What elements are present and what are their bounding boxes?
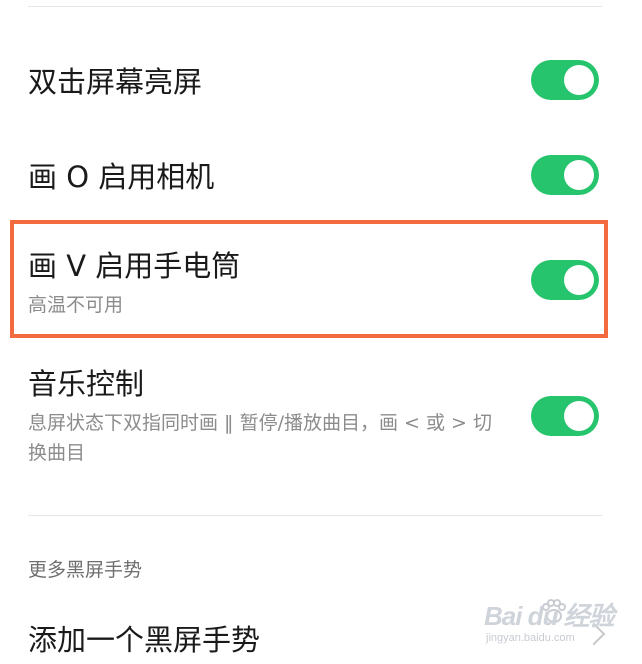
setting-title: 画 O 启用相机 [28,160,215,194]
music-control-toggle[interactable] [531,396,599,436]
setting-subtitle: 高温不可用 [28,294,124,316]
toggle-knob [564,65,594,95]
setting-row-double-tap-wake[interactable]: 双击屏幕亮屏 [0,50,642,114]
toggle-knob [564,160,594,190]
top-divider [28,6,602,7]
toggle-knob [564,401,594,431]
section-header-more-gestures: 更多黑屏手势 [28,559,143,581]
setting-row-music-control[interactable]: 音乐控制 息屏状态下双指同时画 ‖ 暂停/播放曲目，画 < 或 > 切换曲目 [0,350,642,490]
add-gesture-label: 添加一个黑屏手势 [28,623,261,657]
double-tap-wake-toggle[interactable] [531,60,599,100]
draw-v-flashlight-toggle[interactable] [531,260,599,300]
setting-title: 画 V 启用手电筒 [28,249,241,283]
add-gesture-row[interactable]: 添加一个黑屏手势 [0,610,642,664]
setting-subtitle: 息屏状态下双指同时画 ‖ 暂停/播放曲目，画 < 或 > 切换曲目 [28,412,492,464]
toggle-knob [564,265,594,295]
setting-row-draw-o-camera[interactable]: 画 O 启用相机 [0,145,642,209]
setting-title: 双击屏幕亮屏 [28,65,203,99]
section-divider [28,515,602,516]
setting-title: 音乐控制 [28,367,145,401]
draw-o-camera-toggle[interactable] [531,155,599,195]
setting-row-draw-v-flashlight[interactable]: 画 V 启用手电筒 高温不可用 [0,224,642,334]
